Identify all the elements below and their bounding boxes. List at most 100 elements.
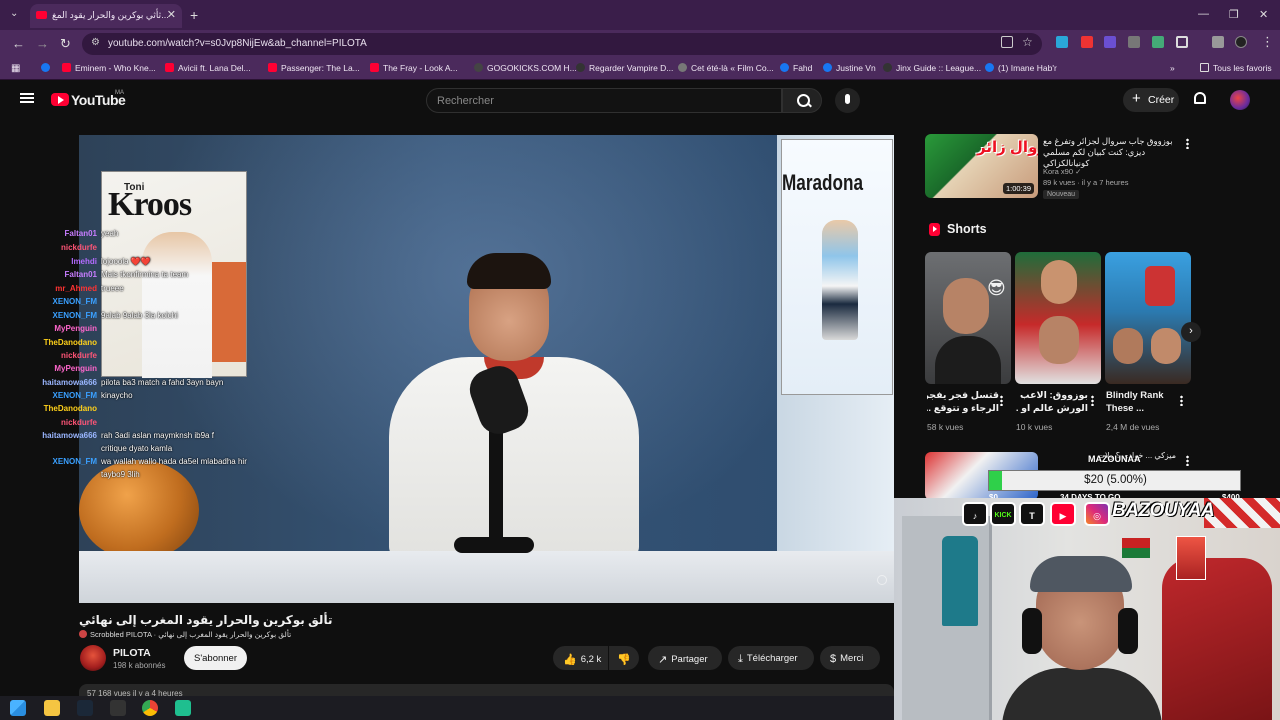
- chat-username[interactable]: XENON_FM: [0, 311, 97, 321]
- create-button[interactable]: + Créer: [1123, 88, 1179, 112]
- facebook-icon: [985, 63, 994, 72]
- chat-message: XENON_FM 9alab 9alab 3la kolchi: [0, 311, 260, 321]
- short-views: 2,4 M de vues: [1106, 422, 1160, 432]
- chat-username[interactable]: TheDanodano: [0, 338, 97, 348]
- more-options-icon[interactable]: [1186, 138, 1189, 149]
- bookmark-item[interactable]: Justine Vn: [823, 63, 876, 73]
- browser-menu-icon[interactable]: ⋮: [1261, 34, 1274, 50]
- bookmark-item[interactable]: Passenger: The La...: [268, 63, 360, 73]
- short-thumbnail[interactable]: [1105, 252, 1191, 384]
- bookmark-item[interactable]: Regarder Vampire D...: [576, 63, 673, 73]
- chat-username[interactable]: haitamowa666: [0, 431, 97, 441]
- bookmark-item[interactable]: Jinx Guide :: League...: [883, 63, 981, 73]
- kick-icon: KICK: [990, 502, 1016, 526]
- chat-username[interactable]: MyPenguin: [0, 324, 97, 334]
- share-button[interactable]: ↗ Partager: [648, 646, 722, 670]
- chat-text: lojooola ❤️❤️: [101, 257, 151, 266]
- chat-message: TheDanodano: [0, 338, 260, 348]
- extension-icon[interactable]: [1056, 36, 1068, 48]
- extensions-puzzle-icon[interactable]: [1176, 36, 1188, 48]
- chat-username[interactable]: nickdurfe: [0, 243, 97, 253]
- app-icon[interactable]: [175, 700, 191, 716]
- donation-amount: $20 (5.00%): [1084, 474, 1147, 486]
- short-thumbnail[interactable]: [1015, 252, 1101, 384]
- voice-search-icon[interactable]: [835, 88, 860, 113]
- short-thumbnail[interactable]: 😎: [925, 252, 1011, 384]
- subscribe-button[interactable]: S'abonner: [184, 646, 247, 670]
- media-control-icon[interactable]: [1212, 36, 1224, 48]
- chat-username[interactable]: Faltan01: [0, 229, 97, 239]
- site-icon: [576, 63, 585, 72]
- minimize-icon[interactable]: —: [1198, 8, 1209, 20]
- extension-icon[interactable]: [1104, 36, 1116, 48]
- epic-games-icon[interactable]: [110, 700, 126, 716]
- steam-icon[interactable]: [77, 700, 93, 716]
- download-button[interactable]: ⤓ Télécharger: [728, 646, 814, 670]
- streamer-cap: [1030, 556, 1132, 592]
- chat-username[interactable]: Faltan01: [0, 270, 97, 280]
- chat-username[interactable]: TheDanodano: [0, 404, 97, 414]
- bookmark-item[interactable]: GOGOKICKS.COM H...: [474, 63, 577, 73]
- short-title[interactable]: قتسل فجر يفجرهاالرجاء و تتوقع ...: [927, 389, 999, 415]
- chat-message: MyPenguin: [0, 364, 260, 374]
- bookmark-item[interactable]: The Fray - Look A...: [370, 63, 458, 73]
- thumbs-up-icon: 👍: [563, 654, 577, 666]
- short-views: 10 k vues: [1016, 422, 1053, 432]
- chat-message: mr_Ahmed trueee: [0, 284, 260, 294]
- bookmark-item[interactable]: Fahd: [780, 63, 812, 73]
- chat-text: critique dyato kamla: [101, 444, 173, 453]
- all-bookmarks-folder[interactable]: Tous les favoris: [1200, 63, 1272, 73]
- account-avatar[interactable]: [1230, 90, 1250, 110]
- search-button[interactable]: [782, 88, 822, 113]
- bookmark-item[interactable]: Cet été-là « Film Co...: [678, 63, 774, 73]
- short-title[interactable]: Blindly Rank These ...: [1106, 389, 1178, 415]
- bookmark-star-icon[interactable]: ☆: [1022, 35, 1033, 49]
- shorts-next-icon[interactable]: ›: [1181, 322, 1201, 342]
- profile-icon[interactable]: [1235, 36, 1247, 48]
- chat-username[interactable]: nickdurfe: [0, 418, 97, 428]
- chrome-icon[interactable]: [142, 700, 158, 716]
- twitch-icon: T: [1019, 502, 1045, 526]
- windows-start-icon[interactable]: [10, 700, 26, 716]
- search-input[interactable]: Rechercher: [426, 88, 782, 113]
- recommended-video-title[interactable]: بوزووق جاب سروال لجزائر وتفرغ مع ديزي: ك…: [1043, 136, 1175, 169]
- maximize-icon[interactable]: ❐: [1229, 8, 1239, 21]
- headset: [1022, 608, 1042, 654]
- facebook-icon: [780, 63, 789, 72]
- extension-icon[interactable]: [1081, 36, 1093, 48]
- chat-username[interactable]: haitamowa666: [0, 378, 97, 388]
- more-options-icon[interactable]: [1091, 395, 1094, 406]
- thanks-button[interactable]: $ Merci: [820, 646, 880, 670]
- chat-username[interactable]: XENON_FM: [0, 391, 97, 401]
- more-options-icon[interactable]: [1186, 455, 1189, 466]
- notifications-bell-icon[interactable]: [1194, 92, 1206, 104]
- os-taskbar: [0, 696, 894, 720]
- short-title[interactable]: بوزووق: الاعب الورش عالم او ...: [1016, 389, 1088, 415]
- donation-goal-name: MAZOUNAA: [1088, 454, 1141, 464]
- install-app-icon[interactable]: [1001, 36, 1013, 48]
- chat-username[interactable]: XENON_FM: [0, 297, 97, 307]
- facebook-icon: [823, 63, 832, 72]
- dislike-button[interactable]: 👎: [609, 646, 639, 670]
- extension-icon[interactable]: [1152, 36, 1164, 48]
- like-button[interactable]: 👍 6,2 k: [553, 646, 608, 670]
- chat-username[interactable]: MyPenguin: [0, 364, 97, 374]
- bookmark-item[interactable]: (1) Imane Hab'r: [985, 63, 1057, 73]
- more-options-icon[interactable]: [1000, 395, 1003, 406]
- file-explorer-icon[interactable]: [44, 700, 60, 716]
- channel-name[interactable]: PILOTA: [113, 647, 151, 659]
- more-bookmarks-icon[interactable]: »: [1170, 63, 1175, 73]
- extension-icon[interactable]: [1128, 36, 1140, 48]
- chat-username[interactable]: mr_Ahmed: [0, 284, 97, 294]
- recommended-video-thumbnail[interactable]: جينا سروال زائر 1:00:39: [925, 134, 1038, 198]
- download-icon: ⤓: [738, 653, 743, 665]
- close-window-icon[interactable]: ✕: [1259, 8, 1268, 21]
- chat-username[interactable]: nickdurfe: [0, 351, 97, 361]
- shorts-icon: [929, 223, 940, 236]
- more-options-icon[interactable]: [1180, 395, 1183, 406]
- channel-avatar[interactable]: [80, 645, 106, 671]
- video-watermark-icon: [877, 575, 887, 585]
- chat-username[interactable]: XENON_FM: [0, 457, 97, 467]
- recommended-channel[interactable]: Kora x90 ✓: [1043, 167, 1081, 176]
- chat-username[interactable]: Imehdi: [0, 257, 97, 267]
